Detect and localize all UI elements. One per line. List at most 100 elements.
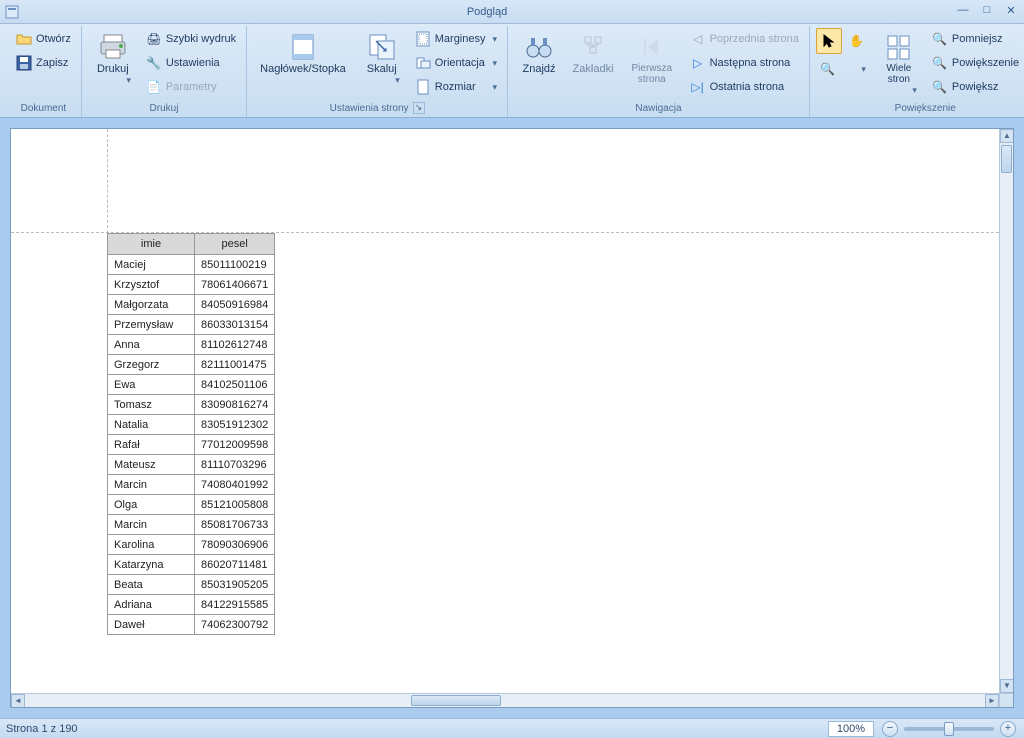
cell-imie: Karolina — [108, 535, 195, 555]
scroll-down-button[interactable]: ▼ — [1000, 679, 1014, 693]
cell-imie: Maciej — [108, 255, 195, 275]
table-row: Anna81102612748 — [108, 335, 275, 355]
table-row: Mateusz81110703296 — [108, 455, 275, 475]
hand-tool-button[interactable]: ✋ — [844, 28, 870, 54]
col-header-imie: imie — [108, 234, 195, 255]
zoom-icon: 🔍 — [932, 55, 948, 71]
cell-pesel: 78061406671 — [194, 275, 274, 295]
last-page-button[interactable]: ▷| Ostatnia strona — [686, 76, 803, 98]
window-title: Podgląd — [20, 6, 954, 18]
close-button[interactable]: ✕ — [1002, 4, 1020, 20]
zoom-slider-knob[interactable] — [944, 722, 954, 736]
print-label: Drukuj — [97, 63, 129, 75]
pointer-tool-button[interactable] — [816, 28, 842, 54]
bookmarks-icon — [579, 33, 607, 61]
cell-imie: Ewa — [108, 375, 195, 395]
print-settings-button[interactable]: 🔧 Ustawienia — [142, 52, 240, 74]
horizontal-scrollbar[interactable]: ◄ ► — [11, 693, 999, 707]
cell-pesel: 84122915585 — [194, 595, 274, 615]
group-drukuj: Drukuj ▾ 🖨 Szybki wydruk 🔧 Ustawienia 📄 … — [82, 26, 247, 117]
cell-pesel: 86020711481 — [194, 555, 274, 575]
find-label: Znajdź — [523, 63, 556, 75]
last-page-label: Ostatnia strona — [710, 81, 785, 93]
dialog-launcher-icon[interactable]: ↘ — [413, 102, 425, 114]
scroll-left-button[interactable]: ◄ — [11, 694, 25, 708]
next-page-button[interactable]: ▷ Następna strona — [686, 52, 803, 74]
cell-imie: Przemysław — [108, 315, 195, 335]
maximize-button[interactable]: □ — [978, 4, 996, 20]
cell-imie: Beata — [108, 575, 195, 595]
open-button[interactable]: Otwórz — [12, 28, 75, 50]
table-row: Małgorzata84050916984 — [108, 295, 275, 315]
size-label: Rozmiar — [435, 81, 476, 93]
table-row: Karolina78090306906 — [108, 535, 275, 555]
zoom-level-button[interactable]: 🔍 Powiększenie ▾ — [928, 52, 1024, 74]
hand-icon: ✋ — [849, 33, 865, 49]
save-button[interactable]: Zapisz — [12, 52, 75, 74]
chevron-down-icon: ▾ — [858, 64, 866, 75]
header-footer-button[interactable]: Nagłówek/Stopka — [253, 28, 353, 98]
next-icon: ▷ — [690, 55, 706, 71]
prev-page-label: Poprzednia strona — [710, 33, 799, 45]
table-row: Adriana84122915585 — [108, 595, 275, 615]
print-button[interactable]: Drukuj ▾ — [88, 28, 138, 98]
document-viewer: imie pesel Maciej85011100219Krzysztof780… — [10, 128, 1014, 708]
chevron-down-icon: ▾ — [490, 34, 498, 45]
table-row: Przemysław86033013154 — [108, 315, 275, 335]
first-page-icon — [638, 33, 666, 61]
cell-imie: Adriana — [108, 595, 195, 615]
cell-imie: Anna — [108, 335, 195, 355]
quick-print-button[interactable]: 🖨 Szybki wydruk — [142, 28, 240, 50]
orientation-button[interactable]: Orientacja ▾ — [411, 52, 501, 74]
cell-imie: Tomasz — [108, 395, 195, 415]
printer-icon — [99, 33, 127, 61]
zoom-value[interactable]: 100% — [828, 721, 874, 737]
zoom-minus-button[interactable]: − — [882, 721, 898, 737]
margins-label: Marginesy — [435, 33, 486, 45]
zoom-plus-button[interactable]: + — [1000, 721, 1016, 737]
cell-imie: Grzegorz — [108, 355, 195, 375]
table-row: Olga85121005808 — [108, 495, 275, 515]
pointer-icon — [821, 33, 837, 49]
hscroll-thumb[interactable] — [411, 695, 501, 706]
scroll-right-button[interactable]: ► — [985, 694, 999, 708]
chevron-down-icon: ▾ — [490, 82, 498, 93]
table-row: Krzysztof78061406671 — [108, 275, 275, 295]
header-footer-label: Nagłówek/Stopka — [260, 63, 346, 75]
cell-pesel: 81110703296 — [194, 455, 274, 475]
page-size-icon — [415, 79, 431, 95]
table-row: Marcin85081706733 — [108, 515, 275, 535]
zoom-out-button[interactable]: 🔍 Pomniejsz — [928, 28, 1024, 50]
chevron-down-icon: ▾ — [123, 75, 131, 86]
multipage-label: Wiele stron — [881, 63, 917, 85]
scroll-up-button[interactable]: ▲ — [1000, 129, 1014, 143]
vertical-scrollbar[interactable]: ▲ ▼ — [999, 129, 1013, 693]
quick-print-label: Szybki wydruk — [166, 33, 236, 45]
zoom-level-label: Powiększenie — [952, 57, 1019, 69]
cell-imie: Małgorzata — [108, 295, 195, 315]
find-button[interactable]: Znajdź — [514, 28, 564, 98]
ribbon: Otwórz Zapisz Dokument Drukuj ▾ — [0, 24, 1024, 118]
orientation-label: Orientacja — [435, 57, 485, 69]
table-row: Maciej85011100219 — [108, 255, 275, 275]
margins-button[interactable]: Marginesy ▾ — [411, 28, 501, 50]
table-row: Beata85031905205 — [108, 575, 275, 595]
table-row: Tomasz83090816274 — [108, 395, 275, 415]
cell-pesel: 86033013154 — [194, 315, 274, 335]
app-icon — [4, 4, 20, 20]
zoom-slider[interactable] — [904, 727, 994, 731]
cell-imie: Olga — [108, 495, 195, 515]
zoom-in-button[interactable]: 🔍 Powiększ — [928, 76, 1024, 98]
page-icon: 📄 — [146, 79, 162, 95]
parameters-button: 📄 Parametry — [142, 76, 240, 98]
parameters-label: Parametry — [166, 81, 217, 93]
multipage-button[interactable]: Wiele stron ▾ — [874, 28, 924, 98]
scale-button[interactable]: Skaluj ▾ — [357, 28, 407, 98]
header-footer-icon — [289, 33, 317, 61]
vscroll-thumb[interactable] — [1001, 145, 1012, 173]
folder-open-icon — [16, 31, 32, 47]
magnifier-tool-button[interactable]: 🔍 ▾ — [816, 56, 870, 82]
minimize-button[interactable]: ― — [954, 4, 972, 20]
page-content: imie pesel Maciej85011100219Krzysztof780… — [11, 129, 999, 693]
size-button[interactable]: Rozmiar ▾ — [411, 76, 501, 98]
